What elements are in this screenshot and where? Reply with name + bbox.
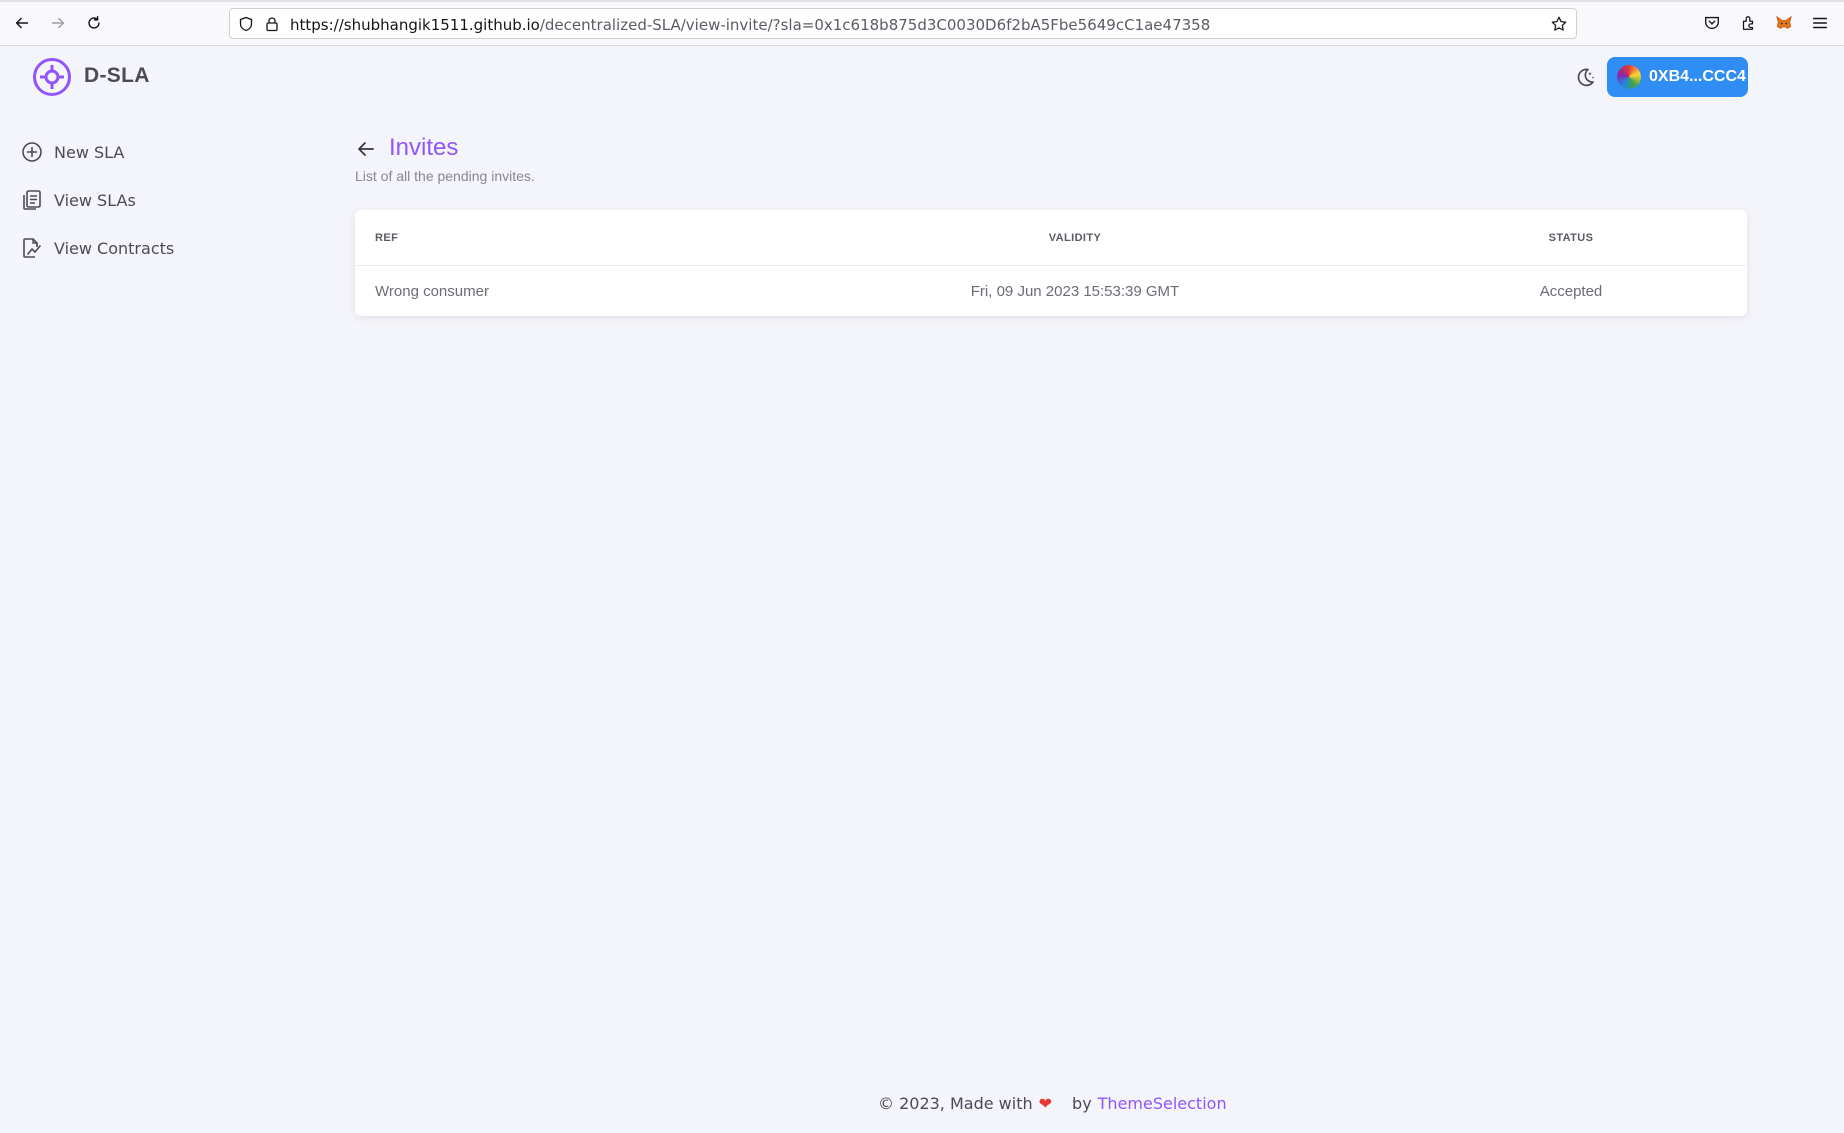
url-host: https://shubhangik1511.github.io [290,16,540,34]
column-header-status: STATUS [1548,231,1594,244]
table-row[interactable]: Wrong consumer Fri, 09 Jun 2023 15:53:39… [355,266,1747,316]
tab-strip [0,0,1844,2]
reload-icon[interactable] [83,12,105,34]
sidebar-item-view-slas[interactable]: View SLAs [20,176,320,224]
wallet-avatar [1617,65,1641,89]
browser-toolbar: https://shubhangik1511.github.io/decentr… [0,0,1844,46]
cell-ref: Wrong consumer [375,282,489,300]
extensions-icon[interactable] [1738,13,1758,33]
page-title: Invites [389,134,459,161]
url-bar[interactable]: https://shubhangik1511.github.io/decentr… [229,8,1577,39]
table-header: REF VALIDITY STATUS [355,210,1747,266]
cell-validity: Fri, 09 Jun 2023 15:53:39 GMT [970,282,1180,300]
column-header-validity: VALIDITY [1048,231,1102,244]
menu-hamburger-icon[interactable] [1810,13,1830,33]
forward-icon[interactable] [47,12,69,34]
sidebar: New SLA View SLAs View Contracts [20,128,320,272]
invites-table: REF VALIDITY STATUS Wrong consumer Fri, … [355,210,1747,316]
url-path: /decentralized-SLA/view-invite/?sla=0x1c… [539,16,1211,34]
themeselection-link[interactable]: ThemeSelection [1098,1094,1227,1113]
sidebar-item-label: View SLAs [54,190,136,210]
sidebar-item-label: View Contracts [54,238,175,258]
back-arrow-icon[interactable] [355,138,377,160]
column-header-ref: REF [375,231,399,244]
pocket-icon[interactable] [1702,13,1722,33]
lock-icon[interactable] [264,16,280,32]
wallet-account-button[interactable]: 0XB4...CCC4 [1607,57,1748,97]
tracking-shield-icon[interactable] [238,16,254,32]
wallet-address: 0XB4...CCC4 [1649,68,1746,85]
footer-by: by [1072,1094,1092,1113]
metamask-fox-icon[interactable] [1774,13,1794,33]
url-text[interactable]: https://shubhangik1511.github.io/decentr… [290,16,1210,34]
back-icon[interactable] [11,12,33,34]
moon-icon[interactable] [1573,65,1597,89]
contract-chart-icon [20,236,44,260]
footer-text: © 2023, Made with [878,1094,1033,1113]
brand-logo-icon[interactable] [32,57,72,97]
plus-circle-icon [20,140,44,164]
bookmark-star-icon[interactable] [1550,15,1568,33]
sidebar-item-view-contracts[interactable]: View Contracts [20,224,320,272]
brand-name[interactable]: D-SLA [84,64,150,88]
heart-icon: ❤ [1038,1094,1053,1113]
sidebar-item-label: New SLA [54,142,125,162]
cell-status: Accepted [1539,282,1603,300]
documents-icon [20,188,44,212]
page-subtitle: List of all the pending invites. [355,168,535,184]
sidebar-item-new-sla[interactable]: New SLA [20,128,320,176]
